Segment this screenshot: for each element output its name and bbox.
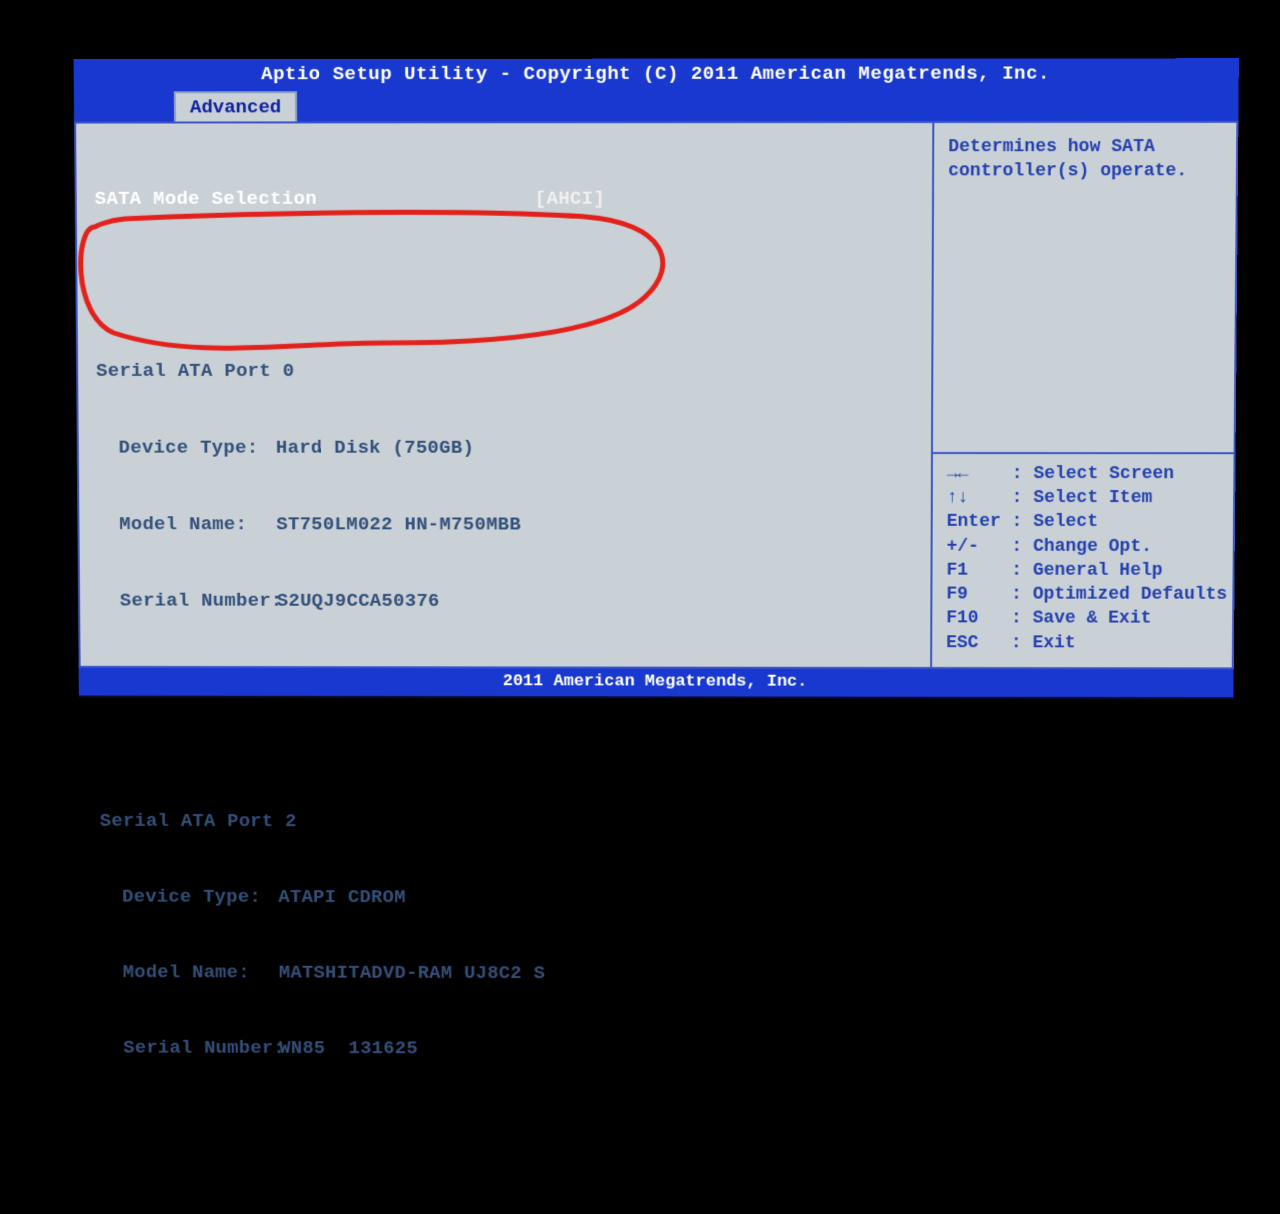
tab-advanced[interactable]: Advanced: [174, 91, 298, 121]
key-help: →← : Select Screen ↑↓ : Select Item Ente…: [946, 462, 1219, 656]
device-type-value: ATAPI CDROM: [278, 885, 406, 910]
device-type-label: Device Type:: [97, 436, 276, 462]
bios-screen: Aptio Setup Utility - Copyright (C) 2011…: [74, 58, 1239, 699]
device-type-value: Hard Disk (750GB): [276, 436, 474, 462]
tab-bar: Advanced: [74, 91, 1239, 122]
work-area: SATA Mode Selection [AHCI] Serial ATA Po…: [74, 121, 1238, 670]
sata-mode-label: SATA Mode Selection: [95, 187, 535, 213]
port-heading: Serial ATA Port 0: [96, 359, 913, 385]
model-name-value: ST750LM022 HN-M750MBB: [276, 512, 521, 538]
sata-port-0: Serial ATA Port 0 Device Type: Hard Disk…: [96, 308, 914, 666]
model-name-label: Model Name:: [101, 960, 279, 986]
title-text: Aptio Setup Utility - Copyright (C) 2011…: [261, 62, 1050, 85]
side-panel: Determines how SATA controller(s) operat…: [932, 123, 1236, 668]
device-type-label: Device Type:: [100, 885, 278, 911]
model-name-label: Model Name:: [97, 512, 276, 538]
tab-label: Advanced: [190, 96, 281, 118]
sata-port-2: Serial ATA Port 2 Device Type: ATAPI CDR…: [99, 758, 912, 1113]
serial-number-row: Serial Number: WN85 131625: [101, 1036, 910, 1063]
serial-number-value: S2UQJ9CCA50376: [277, 589, 440, 615]
side-separator: [933, 452, 1234, 454]
model-name-value: MATSHITADVD-RAM UJ8C2 S: [279, 961, 545, 987]
device-type-row: Device Type: Hard Disk (750GB): [97, 436, 913, 462]
serial-number-value: WN85 131625: [279, 1036, 418, 1061]
sata-mode-selection-row[interactable]: SATA Mode Selection [AHCI]: [95, 187, 914, 213]
serial-number-row: Serial Number: S2UQJ9CCA50376: [98, 589, 913, 615]
titlebar: Aptio Setup Utility - Copyright (C) 2011…: [74, 58, 1239, 91]
model-name-row: Model Name: MATSHITADVD-RAM UJ8C2 S: [101, 960, 911, 987]
sata-mode-value: [AHCI]: [535, 187, 605, 213]
serial-number-label: Serial Number:: [101, 1036, 279, 1062]
help-text: Determines how SATA controller(s) operat…: [947, 135, 1222, 444]
port-heading: Serial ATA Port 2: [100, 809, 912, 836]
device-type-row: Device Type: ATAPI CDROM: [100, 885, 911, 912]
main-panel: SATA Mode Selection [AHCI] Serial ATA Po…: [76, 123, 934, 667]
model-name-row: Model Name: ST750LM022 HN-M750MBB: [97, 512, 912, 538]
serial-number-label: Serial Number:: [98, 589, 277, 615]
